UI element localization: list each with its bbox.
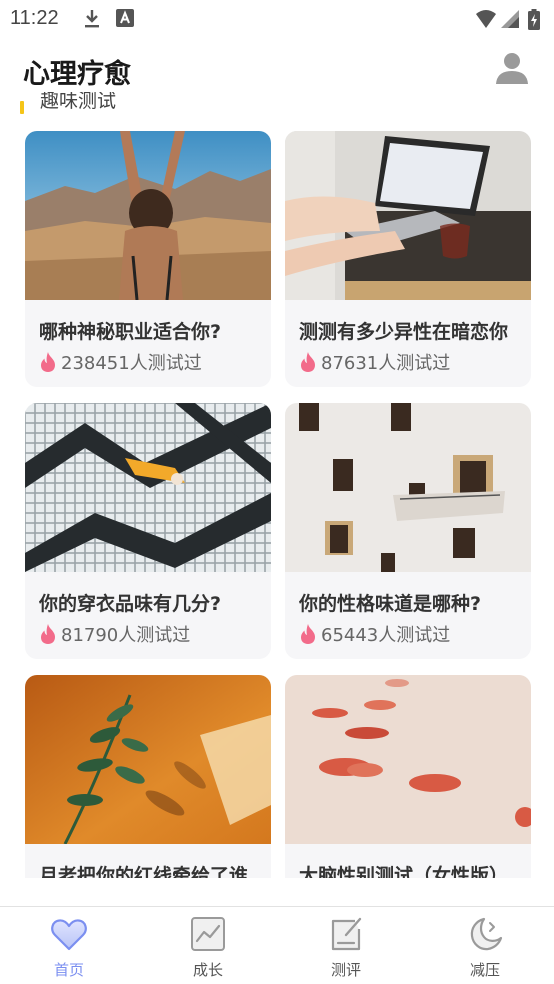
- fire-icon: [41, 352, 55, 372]
- card-image: [285, 131, 531, 300]
- tab-label: 首页: [53, 961, 84, 979]
- card-title: 月老把你的红线牵给了谁: [39, 865, 249, 878]
- status-bar: 11:22: [0, 0, 554, 38]
- tab-assessment[interactable]: 测评: [277, 907, 415, 984]
- card-image: [25, 131, 271, 300]
- card-stats: 238451人测试过: [39, 350, 202, 374]
- download-icon: [85, 10, 99, 28]
- section-accent-bar: [20, 101, 24, 114]
- card-image: [285, 403, 531, 572]
- bottom-tab-bar: 首页 成长 测评 减压: [0, 906, 554, 984]
- card-count: 81790人测试过: [61, 625, 191, 646]
- card-image: [25, 675, 271, 844]
- chart-icon: [191, 917, 225, 951]
- tab-label: 成长: [192, 961, 223, 979]
- content-scroll[interactable]: 趣味测试 哪种神秘职业适合你? 238451人测试过 测测有多少异性在暗恋你 8…: [0, 92, 554, 878]
- card-title: 哪种神秘职业适合你?: [39, 321, 222, 343]
- tab-label: 测评: [330, 961, 361, 979]
- test-card[interactable]: 大脑性别测试（女性版）: [285, 675, 531, 878]
- card-image: [25, 403, 271, 572]
- status-time: 11:22: [10, 7, 59, 29]
- test-card[interactable]: 月老把你的红线牵给了谁: [25, 675, 271, 878]
- card-stats: 65443人测试过: [299, 622, 450, 646]
- profile-icon[interactable]: [493, 50, 531, 88]
- card-count: 87631人测试过: [321, 353, 451, 374]
- fire-icon: [301, 624, 315, 644]
- app-header: 心理疗愈: [0, 38, 554, 100]
- edit-icon: [331, 917, 362, 951]
- card-stats: 87631人测试过: [299, 350, 450, 374]
- wifi-icon: [476, 10, 496, 28]
- test-card[interactable]: 你的穿衣品味有几分? 81790人测试过: [25, 403, 271, 659]
- signal-icon: [501, 10, 519, 28]
- page-title: 心理疗愈: [23, 59, 131, 90]
- section-title: 趣味测试: [40, 92, 117, 112]
- card-image: [285, 675, 531, 844]
- card-count: 65443人测试过: [321, 625, 451, 646]
- tab-relax[interactable]: 减压: [416, 907, 554, 984]
- tab-home[interactable]: 首页: [0, 907, 138, 984]
- card-title: 测测有多少异性在暗恋你: [299, 321, 509, 343]
- tab-label: 减压: [469, 961, 500, 979]
- card-title: 大脑性别测试（女性版）: [299, 865, 509, 878]
- fire-icon: [301, 352, 315, 372]
- test-card[interactable]: 哪种神秘职业适合你? 238451人测试过: [25, 131, 271, 387]
- heart-icon: [51, 919, 87, 951]
- card-title: 你的性格味道是哪种?: [299, 593, 482, 615]
- moon-icon: [470, 917, 503, 951]
- section-header: 趣味测试: [20, 92, 320, 116]
- battery-charging-icon: [528, 9, 540, 30]
- card-title: 你的穿衣品味有几分?: [39, 593, 222, 615]
- tab-growth[interactable]: 成长: [139, 907, 277, 984]
- fire-icon: [41, 624, 55, 644]
- card-stats: 81790人测试过: [39, 622, 190, 646]
- test-card[interactable]: 你的性格味道是哪种? 65443人测试过: [285, 403, 531, 659]
- test-card[interactable]: 测测有多少异性在暗恋你 87631人测试过: [285, 131, 531, 387]
- font-app-icon: [116, 9, 134, 27]
- card-count: 238451人测试过: [61, 353, 202, 374]
